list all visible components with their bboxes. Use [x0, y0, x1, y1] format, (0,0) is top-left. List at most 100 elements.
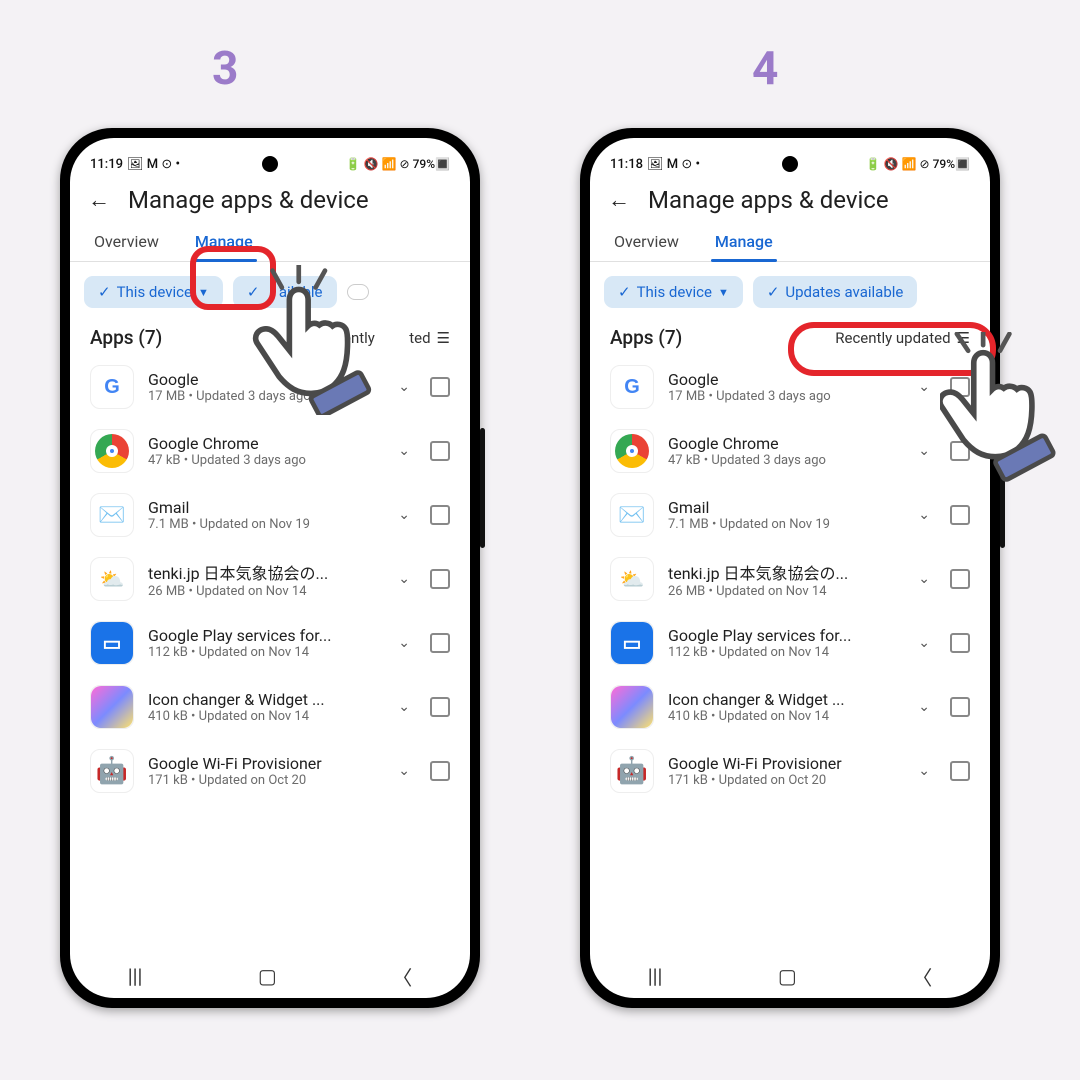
app-row[interactable]: ⛅tenki.jp 日本気象協会の...26 MB • Updated on N… — [590, 547, 990, 611]
app-subtext: 17 MB • Updated 3 days ago — [668, 389, 898, 404]
chevron-down-icon[interactable]: ⌄ — [392, 571, 416, 587]
app-row[interactable]: ✉️Gmail7.1 MB • Updated on Nov 19⌄ — [590, 483, 990, 547]
nav-back-icon[interactable]: 〈 — [392, 962, 412, 991]
check-icon: ✓ — [98, 283, 111, 301]
sort-label: Recently updated — [835, 329, 950, 347]
app-icon: 🤖 — [90, 749, 134, 793]
tab-overview[interactable]: Overview — [610, 224, 683, 261]
page-title: Manage apps & device — [128, 186, 369, 214]
chevron-down-icon[interactable]: ⌄ — [912, 635, 936, 651]
tabs: Overview Manage — [590, 220, 990, 262]
app-row[interactable]: GGoogle17 MB • Updated 3 days ago⌄ — [70, 355, 470, 419]
chevron-down-icon[interactable]: ⌄ — [912, 507, 936, 523]
camera-notch — [782, 156, 798, 172]
checkbox[interactable] — [950, 761, 970, 781]
chip-this-device[interactable]: ✓ This device ▼ — [84, 276, 223, 308]
chip-this-device[interactable]: ✓ This device ▼ — [604, 276, 743, 308]
check-icon: ✓ — [767, 283, 780, 301]
status-right-icons: 🔋 🔇 📶 ⊘ 79%🔳 — [346, 157, 450, 171]
app-subtext: 26 MB • Updated on Nov 14 — [148, 584, 378, 599]
app-row[interactable]: Icon changer & Widget ...410 kB • Update… — [590, 675, 990, 739]
chevron-down-icon[interactable]: ⌄ — [392, 443, 416, 459]
app-subtext: 7.1 MB • Updated on Nov 19 — [148, 517, 378, 532]
chip-updates-available[interactable]: ✓ x ailable — [233, 276, 337, 308]
checkbox[interactable] — [430, 377, 450, 397]
checkbox[interactable] — [430, 505, 450, 525]
sort-button[interactable]: Recently xxx ted ☰ — [318, 329, 450, 347]
chevron-down-icon[interactable]: ⌄ — [912, 379, 936, 395]
phone-mockup-step3: 11:19 🖼 M ⊙ • 🔋 🔇 📶 ⊘ 79%🔳 ← Manage apps… — [60, 128, 480, 1008]
checkbox[interactable] — [950, 505, 970, 525]
app-row[interactable]: 🤖Google Wi-Fi Provisioner171 kB • Update… — [70, 739, 470, 803]
nav-recents-icon[interactable]: ||| — [648, 964, 663, 988]
app-row[interactable]: Google Chrome47 kB • Updated 3 days ago⌄ — [590, 419, 990, 483]
checkbox[interactable] — [430, 697, 450, 717]
app-subtext: 26 MB • Updated on Nov 14 — [668, 584, 898, 599]
step-number-4: 4 — [752, 42, 778, 96]
status-left-icons: 🖼 M ⊙ • — [127, 157, 180, 172]
chip-updates-available[interactable]: ✓ Updates available — [753, 276, 918, 308]
apps-list-4: GGoogle17 MB • Updated 3 days ago⌄Google… — [590, 355, 990, 803]
app-icon: ✉️ — [610, 493, 654, 537]
app-row[interactable]: ▭Google Play services for...112 kB • Upd… — [590, 611, 990, 675]
checkbox[interactable] — [950, 633, 970, 653]
app-name: Google — [148, 370, 378, 389]
chevron-down-icon[interactable]: ⌄ — [912, 571, 936, 587]
chevron-down-icon[interactable]: ⌄ — [392, 699, 416, 715]
apps-list-3: GGoogle17 MB • Updated 3 days ago⌄Google… — [70, 355, 470, 803]
apps-count: Apps (7) — [610, 326, 682, 349]
sort-label-partial-2: ted — [409, 329, 430, 347]
app-icon: ▭ — [90, 621, 134, 665]
page-title: Manage apps & device — [648, 186, 889, 214]
tab-overview[interactable]: Overview — [90, 224, 163, 261]
checkbox[interactable] — [430, 633, 450, 653]
step-number-3: 3 — [212, 42, 238, 96]
back-arrow-icon[interactable]: ← — [88, 187, 110, 213]
tab-manage[interactable]: Manage — [191, 224, 257, 261]
app-row[interactable]: GGoogle17 MB • Updated 3 days ago⌄ — [590, 355, 990, 419]
sort-button[interactable]: Recently updated ☰ — [835, 329, 970, 347]
app-row[interactable]: ▭Google Play services for...112 kB • Upd… — [70, 611, 470, 675]
nav-home-icon[interactable]: ▢ — [778, 964, 797, 988]
nav-bar: ||| ▢ 〈 — [590, 954, 990, 998]
app-row[interactable]: Google Chrome47 kB • Updated 3 days ago⌄ — [70, 419, 470, 483]
app-name: tenki.jp 日本気象協会の... — [148, 560, 378, 584]
chip-extra[interactable] — [347, 284, 369, 300]
back-arrow-icon[interactable]: ← — [608, 187, 630, 213]
app-subtext: 112 kB • Updated on Nov 14 — [148, 645, 378, 660]
chevron-down-icon[interactable]: ⌄ — [912, 763, 936, 779]
chevron-down-icon[interactable]: ⌄ — [392, 379, 416, 395]
chevron-down-icon[interactable]: ⌄ — [392, 635, 416, 651]
nav-bar: ||| ▢ 〈 — [70, 954, 470, 998]
chip-label: This device — [117, 283, 192, 301]
checkbox[interactable] — [950, 441, 970, 461]
app-row[interactable]: ⛅tenki.jp 日本気象協会の...26 MB • Updated on N… — [70, 547, 470, 611]
app-subtext: 171 kB • Updated on Oct 20 — [148, 773, 378, 788]
chevron-down-icon[interactable]: ⌄ — [912, 443, 936, 459]
app-row[interactable]: ✉️Gmail7.1 MB • Updated on Nov 19⌄ — [70, 483, 470, 547]
checkbox[interactable] — [430, 761, 450, 781]
nav-back-icon[interactable]: 〈 — [912, 962, 932, 991]
chevron-down-icon[interactable]: ⌄ — [392, 507, 416, 523]
checkbox[interactable] — [950, 569, 970, 589]
status-left-icons: 🖼 M ⊙ • — [647, 157, 700, 172]
tab-manage[interactable]: Manage — [711, 224, 777, 261]
checkbox[interactable] — [950, 697, 970, 717]
checkbox[interactable] — [430, 569, 450, 589]
app-name: Icon changer & Widget ... — [148, 690, 378, 709]
chip-label: This device — [637, 283, 712, 301]
phone-mockup-step4: 11:18 🖼 M ⊙ • 🔋 🔇 📶 ⊘ 79%🔳 ← Manage apps… — [580, 128, 1000, 1008]
nav-recents-icon[interactable]: ||| — [128, 964, 143, 988]
checkbox[interactable] — [430, 441, 450, 461]
app-row[interactable]: Icon changer & Widget ...410 kB • Update… — [70, 675, 470, 739]
app-row[interactable]: 🤖Google Wi-Fi Provisioner171 kB • Update… — [590, 739, 990, 803]
chevron-down-icon[interactable]: ⌄ — [912, 699, 936, 715]
check-icon: ✓ — [618, 283, 631, 301]
app-icon — [90, 429, 134, 473]
tabs: Overview Manage — [70, 220, 470, 262]
checkbox[interactable] — [950, 377, 970, 397]
nav-home-icon[interactable]: ▢ — [258, 964, 277, 988]
chevron-down-icon[interactable]: ⌄ — [392, 763, 416, 779]
app-icon — [90, 685, 134, 729]
sort-label-partial-1: Recently — [318, 329, 375, 347]
